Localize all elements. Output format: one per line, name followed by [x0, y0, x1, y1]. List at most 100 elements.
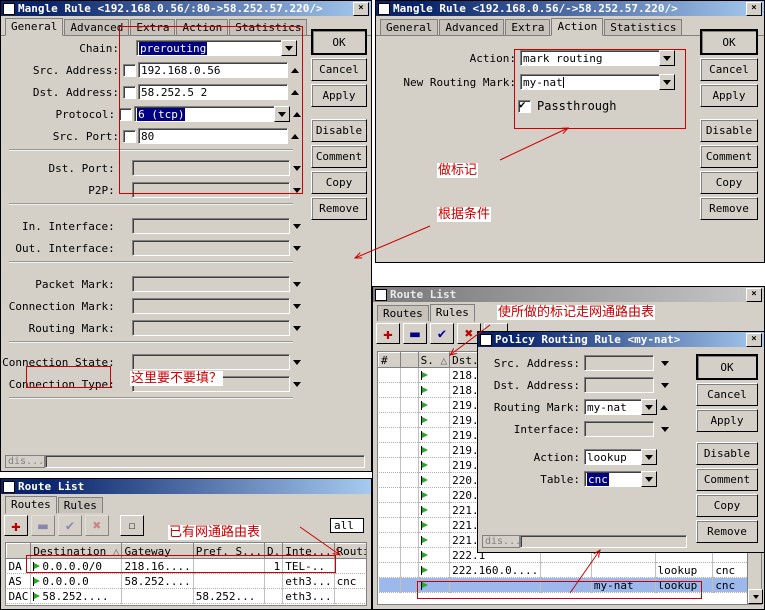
copy-button[interactable]: Copy [696, 494, 758, 517]
route-list-rules-titlebar[interactable]: Route List × [373, 287, 764, 302]
close-icon[interactable]: × [353, 1, 369, 16]
field-input[interactable]: prerouting [136, 40, 296, 56]
copy-button[interactable]: Copy [311, 171, 367, 194]
chevron-up-icon[interactable] [291, 67, 299, 73]
chevron-down-icon[interactable] [293, 223, 301, 229]
tab-routes[interactable]: Routes [5, 496, 57, 514]
chevron-up-icon[interactable] [291, 89, 299, 95]
ok-button[interactable]: OK [700, 29, 758, 55]
cancel-button[interactable]: Cancel [696, 383, 758, 406]
tab-rules[interactable]: Rules [429, 304, 475, 322]
apply-button[interactable]: Apply [311, 84, 367, 107]
policy-rule-buttons[interactable]: OK Cancel Apply Disable Comment Copy Rem… [696, 354, 758, 543]
disable-button[interactable]: Disable [700, 119, 758, 142]
column-header[interactable]: # [378, 352, 401, 368]
filter-dropdown[interactable]: all [330, 518, 364, 533]
enable-icon[interactable]: ✔ [430, 323, 454, 344]
table-row[interactable]: DAC 58.252.... 58.252... eth3... [6, 588, 366, 604]
field-input[interactable] [584, 421, 654, 437]
close-icon[interactable]: × [746, 332, 762, 347]
close-icon[interactable]: × [746, 287, 762, 302]
field-input[interactable] [131, 218, 290, 234]
tab-extra[interactable]: Extra [505, 19, 551, 35]
add-icon[interactable]: ✚ [4, 515, 28, 536]
column-header[interactable]: Inte... [282, 543, 335, 559]
close-icon[interactable]: × [746, 1, 762, 16]
copy-button[interactable]: Copy [700, 171, 758, 194]
comment-icon[interactable]: ☐ [120, 515, 144, 536]
enable-icon[interactable]: ✔ [58, 515, 82, 536]
route-list-routes-window[interactable]: Route List Routes Rules ✚ ▬ ✔ ✖ ☐ all Des… [0, 478, 372, 610]
chevron-down-icon[interactable] [658, 378, 672, 392]
chevron-down-icon[interactable] [659, 50, 675, 66]
chevron-down-icon[interactable] [293, 381, 301, 387]
tab-general[interactable]: General [5, 18, 64, 36]
chevron-down-icon[interactable] [641, 449, 657, 465]
policy-routing-rule-window[interactable]: Policy Routing Rule <my-nat> × Src. Addr… [477, 331, 765, 553]
field-input[interactable] [131, 354, 290, 370]
chevron-up-icon[interactable] [293, 111, 301, 117]
ok-button[interactable]: OK [311, 29, 367, 55]
chevron-down-icon[interactable] [281, 40, 297, 56]
chevron-down-icon[interactable] [293, 281, 301, 287]
disable-button[interactable]: Disable [696, 442, 758, 465]
chevron-up-icon[interactable] [660, 404, 668, 410]
cancel-button[interactable]: Cancel [700, 58, 758, 81]
tab-statistics[interactable]: Statistics [229, 19, 308, 35]
table-row[interactable]: my-nat lookup cnc [378, 577, 750, 593]
routes-table-container[interactable]: Destination △ Gateway Pref. S... D. Inte... R… [5, 542, 367, 606]
chevron-down-icon[interactable] [293, 245, 301, 251]
table-row[interactable]: 222.160.0.... lookup cnc [378, 562, 750, 578]
route-list-routes-titlebar[interactable]: Route List [1, 479, 371, 494]
policy-rule-titlebar[interactable]: Policy Routing Rule <my-nat> × [478, 332, 764, 347]
table-row[interactable]: AS 0.0.0.0 58.252.... eth3... cnc [6, 573, 366, 589]
mangle-general-titlebar[interactable]: Mangle Rule <192.168.0.56/:80->58.252.57… [1, 1, 371, 16]
mangle-rule-general-window[interactable]: Mangle Rule <192.168.0.56/:80->58.252.57… [0, 0, 372, 472]
mangle-general-buttons[interactable]: OK Cancel Apply Disable Comment Copy Rem… [311, 29, 367, 220]
column-header[interactable]: S. △ [417, 352, 451, 368]
column-header[interactable]: Pref. S... [192, 543, 265, 559]
apply-button[interactable]: Apply [696, 409, 758, 432]
comment-button[interactable]: Comment [311, 145, 367, 168]
field-input[interactable] [131, 160, 290, 176]
chevron-up-icon[interactable] [291, 133, 299, 139]
ok-button[interactable]: OK [696, 354, 758, 380]
column-header[interactable] [6, 543, 32, 559]
field-checkbox[interactable] [119, 107, 133, 121]
chevron-down-icon[interactable] [659, 74, 675, 90]
chevron-down-icon[interactable] [293, 165, 301, 171]
route-list-routes-tabstrip[interactable]: Routes Rules [1, 496, 371, 514]
tab-action[interactable]: Action [176, 19, 229, 35]
chevron-down-icon[interactable] [641, 399, 657, 415]
chevron-down-icon[interactable] [293, 325, 301, 331]
field-input[interactable]: 6 (tcp) [134, 106, 289, 122]
chevron-down-icon[interactable] [293, 359, 301, 365]
table-row[interactable]: DA 0.0.0.0/0 218.16.... 1 TEL-.. [6, 558, 366, 574]
chevron-down-icon[interactable] [658, 422, 672, 436]
tab-rules[interactable]: Rules [57, 497, 103, 513]
filter-value[interactable]: all [330, 518, 364, 533]
field-checkbox[interactable] [123, 85, 136, 99]
mangle-action-titlebar[interactable]: Mangle Rule <192.168.0.56/->58.252.57.22… [376, 1, 764, 16]
tab-advanced[interactable]: Advanced [64, 19, 130, 35]
field-input[interactable]: 192.168.0.56 [138, 62, 288, 78]
disable-button[interactable]: Disable [311, 119, 367, 142]
column-header[interactable]: Gateway [121, 543, 194, 559]
field-input[interactable]: 80 [138, 128, 288, 144]
tab-advanced[interactable]: Advanced [439, 19, 505, 35]
remove-icon[interactable]: ▬ [403, 323, 427, 344]
add-icon[interactable]: ✚ [376, 323, 400, 344]
field-input[interactable] [131, 298, 290, 314]
field-input[interactable] [131, 240, 290, 256]
apply-button[interactable]: Apply [700, 84, 758, 107]
field-checkbox[interactable] [123, 63, 136, 77]
chevron-down-icon[interactable] [274, 106, 290, 122]
scroll-down-icon[interactable] [748, 589, 763, 604]
chevron-down-icon[interactable] [658, 356, 672, 370]
tab-statistics[interactable]: Statistics [604, 19, 683, 35]
tab-routes[interactable]: Routes [377, 305, 429, 321]
column-header[interactable]: D. [263, 543, 284, 559]
remove-icon[interactable]: ▬ [31, 515, 55, 536]
column-header[interactable] [399, 352, 419, 368]
routes-table[interactable]: Destination △ Gateway Pref. S... D. Inte... R… [6, 543, 366, 604]
